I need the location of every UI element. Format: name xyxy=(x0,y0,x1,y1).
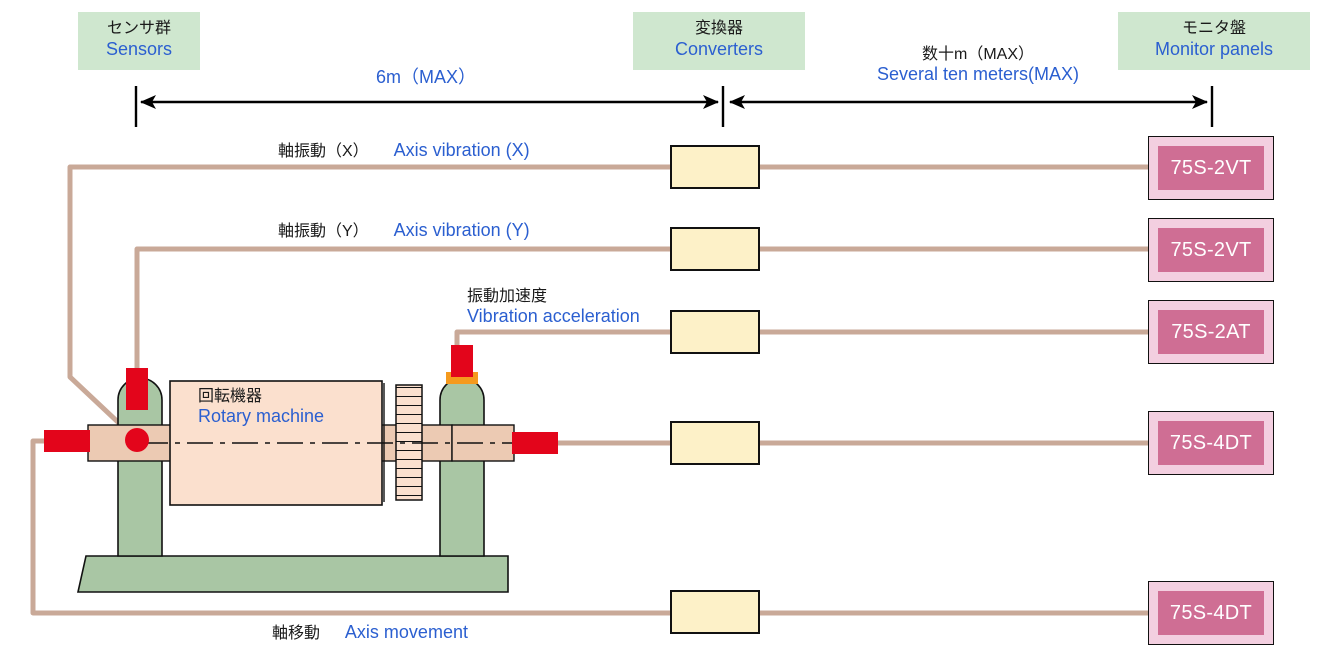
sensor-vibration-acceleration xyxy=(451,345,473,377)
column-header-monitor-panels-en: Monitor panels xyxy=(1154,38,1274,59)
signal-label-axis-vibration-y-en: Axis vibration (Y) xyxy=(393,220,530,240)
signal-label-axis-movement: 軸移動 Axis movement xyxy=(272,622,468,643)
column-header-sensors-en: Sensors xyxy=(105,38,173,59)
column-header-monitor-panels: モニタ盤 Monitor panels xyxy=(1118,12,1310,70)
rotary-machine-label-en: Rotary machine xyxy=(198,406,325,427)
monitor-panel-face: 75S-2AT xyxy=(1158,310,1264,354)
monitor-panel-label: 75S-2VT xyxy=(1170,238,1252,261)
column-header-converters-jp: 変換器 xyxy=(694,20,743,37)
converter-vibration-acceleration[interactable] xyxy=(670,310,760,354)
monitor-panel-face: 75S-2VT xyxy=(1158,146,1264,190)
sensor-axis-movement xyxy=(44,430,90,452)
dimension-label-6m-text: 6m（MAX） xyxy=(375,67,476,87)
rotary-machine-label-jp: 回転機器 xyxy=(198,388,263,405)
diagram-canvas: センサ群 Sensors 変換器 Converters モニタ盤 Monitor… xyxy=(0,0,1335,650)
signal-label-axis-movement-jp: 軸移動 xyxy=(272,625,321,642)
signal-label-axis-vibration-x-jp: 軸振動（X） xyxy=(278,143,369,160)
converter-axis-vibration-y[interactable] xyxy=(670,227,760,271)
monitor-panel-face: 75S-4DT xyxy=(1158,591,1264,635)
signal-label-vibration-acceleration-jp: 振動加速度 xyxy=(467,288,548,305)
column-header-monitor-panels-jp: モニタ盤 xyxy=(1181,20,1246,37)
monitor-panel-label: 75S-2AT xyxy=(1171,320,1251,343)
signal-label-axis-movement-en: Axis movement xyxy=(344,622,468,642)
monitor-panel-vibration-acceleration[interactable]: 75S-2AT xyxy=(1148,300,1274,364)
sensor-axis-vibration-x xyxy=(125,428,149,452)
monitor-panel-label: 75S-4DT xyxy=(1169,601,1253,624)
machine-base xyxy=(77,555,509,593)
monitor-panel-face: 75S-4DT xyxy=(1158,421,1264,465)
dimension-label-several-ten-meters-jp: 数十m（MAX） xyxy=(921,46,1034,63)
column-header-sensors: センサ群 Sensors xyxy=(78,12,200,70)
converter-axis-movement[interactable] xyxy=(670,590,760,634)
sensor-axis-position xyxy=(512,432,558,454)
wire-vibration-acceleration xyxy=(454,329,670,372)
bearing-pedestal-right xyxy=(439,377,485,557)
dimension-label-several-ten-meters-en: Several ten meters(MAX) xyxy=(876,64,1080,85)
monitor-panel-label: 75S-4DT xyxy=(1169,431,1253,454)
monitor-panel-axis-position[interactable]: 75S-4DT xyxy=(1148,411,1274,475)
dimension-label-6m: 6m（MAX） xyxy=(338,67,514,88)
signal-label-vibration-acceleration-en: Vibration acceleration xyxy=(467,306,640,327)
signal-label-axis-vibration-x-en: Axis vibration (X) xyxy=(393,140,530,160)
column-header-converters-en: Converters xyxy=(674,38,764,59)
signal-label-vibration-acceleration: 振動加速度 Vibration acceleration xyxy=(467,288,640,327)
column-header-converters: 変換器 Converters xyxy=(633,12,805,70)
dimension-label-several-ten-meters: 数十m（MAX） Several ten meters(MAX) xyxy=(858,46,1098,85)
sensor-axis-vibration-y xyxy=(126,368,148,410)
signal-label-axis-vibration-y-jp: 軸振動（Y） xyxy=(278,223,369,240)
vibration-monitoring-schematic xyxy=(30,86,1214,616)
converter-axis-vibration-x[interactable] xyxy=(670,145,760,189)
monitor-panel-label: 75S-2VT xyxy=(1170,156,1252,179)
monitor-panel-axis-vibration-y[interactable]: 75S-2VT xyxy=(1148,218,1274,282)
monitor-panel-face: 75S-2VT xyxy=(1158,228,1264,272)
monitor-panel-axis-vibration-x[interactable]: 75S-2VT xyxy=(1148,136,1274,200)
converter-axis-position[interactable] xyxy=(670,421,760,465)
rotary-machine-label: 回転機器 Rotary machine xyxy=(198,388,324,427)
monitor-panel-axis-movement[interactable]: 75S-4DT xyxy=(1148,581,1274,645)
column-header-sensors-jp: センサ群 xyxy=(106,20,171,37)
signal-label-axis-vibration-x: 軸振動（X） Axis vibration (X) xyxy=(278,140,530,161)
signal-label-axis-vibration-y: 軸振動（Y） Axis vibration (Y) xyxy=(278,220,530,241)
